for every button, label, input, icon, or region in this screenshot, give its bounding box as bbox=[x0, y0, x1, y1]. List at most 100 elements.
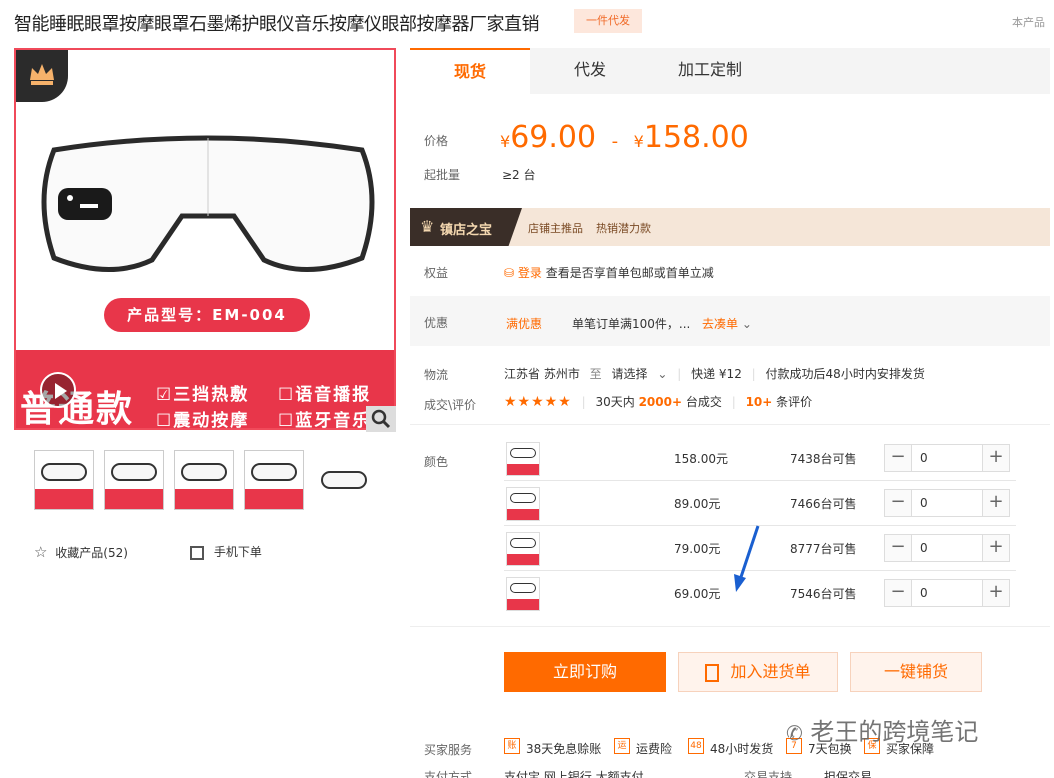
destination-select-label: 请选择 bbox=[611, 367, 648, 381]
thumbnail-5[interactable] bbox=[314, 450, 374, 510]
favorite-product-link[interactable]: ☆ 收藏产品(52) bbox=[34, 543, 128, 561]
banner-main-text: 普通款 bbox=[20, 389, 135, 430]
sku-price: 89.00元 bbox=[674, 497, 721, 511]
mobile-order-link[interactable]: 手机下单 bbox=[190, 543, 262, 560]
feature-1: ☑三挡热敷 bbox=[156, 385, 250, 405]
trade-support-label: 交易支持 bbox=[744, 770, 793, 778]
top-right-note: 本产品 bbox=[1012, 16, 1045, 29]
deals-suffix: 台成交 bbox=[685, 395, 722, 409]
feature-4: ☐蓝牙音乐 bbox=[278, 411, 372, 430]
one-click-list-button[interactable]: 一键铺货 bbox=[850, 652, 982, 692]
order-now-button[interactable]: 立即订购 bbox=[504, 652, 666, 692]
sku-color-label: 颜色 bbox=[424, 455, 449, 469]
moq-value: ≥2 台 bbox=[502, 168, 536, 182]
price-dash: - bbox=[611, 131, 619, 152]
deals-label: 成交\评价 bbox=[424, 398, 477, 412]
add-to-cart-button[interactable]: 加入进货单 bbox=[678, 652, 838, 692]
deals-count: 2000+ bbox=[638, 395, 683, 409]
shop-treasure-tag1: 店铺主推品 bbox=[528, 222, 583, 235]
promo-link-label: 去凑单 bbox=[702, 317, 739, 331]
sku-price: 79.00元 bbox=[674, 542, 721, 556]
favorite-label: 收藏产品(52) bbox=[55, 546, 128, 560]
qr-code-icon bbox=[190, 545, 204, 560]
login-link[interactable]: 登录 bbox=[518, 266, 542, 280]
sku-thumbnail[interactable] bbox=[506, 532, 540, 566]
watermark: ✆ 老王的跨境笔记 bbox=[786, 712, 978, 747]
feature-3: ☐震动按摩 bbox=[156, 411, 250, 430]
quantity-stepper: − 0 + bbox=[884, 444, 1010, 472]
add-to-cart-label: 加入进货单 bbox=[730, 662, 811, 681]
quantity-stepper: − 0 + bbox=[884, 489, 1010, 517]
minus-button[interactable]: − bbox=[885, 490, 911, 516]
payment-methods: 支付宝 网上银行 大额支付 bbox=[504, 770, 644, 778]
destination-select[interactable]: 请选择 ⌄ bbox=[612, 367, 672, 381]
product-title: 智能睡眠眼罩按摩眼罩石墨烯护眼仪音乐按摩仪眼部按摩器厂家直销 bbox=[14, 14, 540, 35]
shop-treasure-tag2: 热销潜力款 bbox=[596, 222, 651, 235]
main-product-image[interactable]: 产品型号：EM-004 普通款 ☑三挡热敷 ☐语音播报 ☐震动按摩 ☐蓝牙音乐 bbox=[14, 48, 396, 430]
service-item: 48小时发货 bbox=[710, 742, 774, 756]
thumbnail-3[interactable] bbox=[174, 450, 234, 510]
quantity-input[interactable]: 0 bbox=[911, 580, 983, 606]
plus-button[interactable]: + bbox=[983, 580, 1009, 606]
deals-prefix: 30天内 bbox=[595, 395, 635, 409]
zoom-button[interactable] bbox=[366, 406, 396, 432]
benefits-row: ⛁ 登录 查看是否享首单包邮或首单立减 bbox=[504, 264, 714, 281]
sku-row: 89.00元 7466台可售 − 0 + bbox=[504, 481, 1016, 526]
price-label: 价格 bbox=[424, 134, 449, 148]
sku-thumbnail[interactable] bbox=[506, 577, 540, 611]
logistics-origin: 江苏省 苏州市 bbox=[504, 367, 580, 381]
coupon-icon: ⛁ bbox=[504, 266, 515, 280]
feature-2: ☐语音播报 bbox=[278, 385, 372, 405]
shop-treasure-banner: ♛ 镇店之宝 店铺主推品 热销潜力款 bbox=[410, 208, 1050, 246]
sku-thumbnail[interactable] bbox=[506, 442, 540, 476]
moq-label: 起批量 bbox=[424, 168, 461, 182]
logistics-label: 物流 bbox=[424, 368, 449, 382]
plus-button[interactable]: + bbox=[983, 535, 1009, 561]
thumbnail-4[interactable] bbox=[244, 450, 304, 510]
minus-button[interactable]: − bbox=[885, 535, 911, 561]
thumbnail-1[interactable] bbox=[34, 450, 94, 510]
sku-thumbnail[interactable] bbox=[506, 487, 540, 521]
minus-button[interactable]: − bbox=[885, 445, 911, 471]
shop-treasure-title: 镇店之宝 bbox=[440, 223, 493, 238]
quantity-input[interactable]: 0 bbox=[911, 490, 983, 516]
sku-stock: 8777台可售 bbox=[790, 542, 857, 556]
deals-row: ★★★★★ | 30天内 2000+ 台成交 | 10+ 条评价 bbox=[504, 394, 813, 410]
promo-link[interactable]: 去凑单 ⌄ bbox=[702, 315, 752, 332]
tab-dropship[interactable]: 代发 bbox=[530, 48, 650, 94]
divider bbox=[410, 626, 1050, 627]
watermark-text: 老王的跨境笔记 bbox=[810, 718, 979, 746]
crown-icon bbox=[30, 64, 54, 85]
sku-price: 69.00元 bbox=[674, 587, 721, 601]
price-min: 69.00 bbox=[510, 120, 597, 155]
sku-stock: 7466台可售 bbox=[790, 497, 857, 511]
model-number-pill: 产品型号：EM-004 bbox=[104, 298, 310, 332]
clipboard-icon bbox=[705, 663, 720, 682]
price-max: 158.00 bbox=[643, 120, 749, 155]
quantity-input[interactable]: 0 bbox=[911, 535, 983, 561]
quantity-input[interactable]: 0 bbox=[911, 445, 983, 471]
chevron-down-icon: ⌄ bbox=[657, 367, 668, 381]
crown-small-icon: ♛ bbox=[420, 217, 435, 236]
tab-in-stock[interactable]: 现货 bbox=[410, 48, 530, 94]
dropship-badge[interactable]: 一件代发 bbox=[574, 9, 642, 33]
magnifier-icon bbox=[371, 409, 391, 429]
review-count[interactable]: 10+ bbox=[746, 395, 773, 409]
services-label: 买家服务 bbox=[424, 743, 473, 757]
service-item: 运费险 bbox=[636, 742, 673, 756]
sku-row: 158.00元 7438台可售 − 0 + bbox=[504, 436, 1016, 481]
tab-custom[interactable]: 加工定制 bbox=[650, 48, 770, 94]
payment-label: 支付方式 bbox=[424, 770, 473, 778]
play-video-icon[interactable] bbox=[40, 372, 76, 408]
plus-button[interactable]: + bbox=[983, 490, 1009, 516]
minus-button[interactable]: − bbox=[885, 580, 911, 606]
plus-button[interactable]: + bbox=[983, 445, 1009, 471]
sku-stock: 7438台可售 bbox=[790, 452, 857, 466]
shipping-insurance-icon: 运 bbox=[614, 738, 630, 754]
thumbnail-2[interactable] bbox=[104, 450, 164, 510]
express-fee: 快递 ¥12 bbox=[691, 367, 742, 381]
48h-icon: 48 bbox=[688, 738, 704, 754]
service-item: 38天免息赊账 bbox=[526, 742, 602, 756]
price-range: ¥69.00 - ¥158.00 bbox=[500, 120, 749, 155]
mobile-order-label: 手机下单 bbox=[213, 545, 262, 559]
